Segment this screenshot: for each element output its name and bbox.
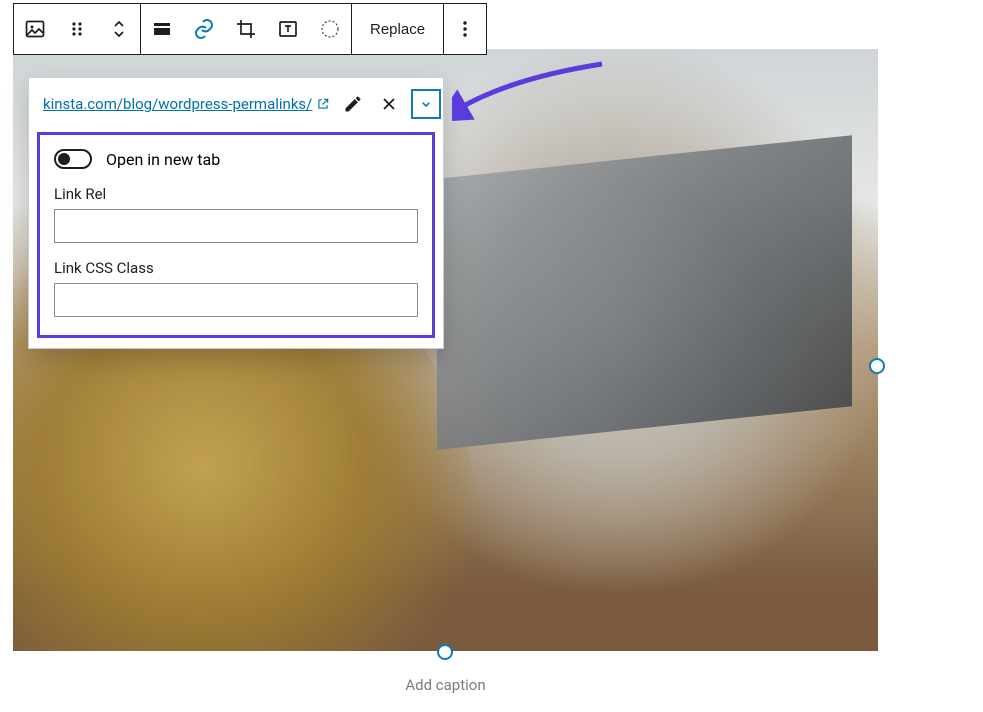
link-icon[interactable] [183,4,225,54]
link-css-class-input[interactable] [54,283,418,317]
resize-handle-bottom[interactable] [437,644,453,660]
align-icon[interactable] [141,4,183,54]
external-link-icon [316,97,330,111]
remove-link-button[interactable] [373,88,405,120]
link-rel-label: Link Rel [54,185,418,203]
drag-handle-icon[interactable] [56,4,98,54]
caption-input[interactable]: Add caption [13,676,878,694]
link-settings-toggle[interactable] [411,89,441,119]
open-new-tab-label: Open in new tab [106,150,220,169]
link-url-row: kinsta.com/blog/wordpress-permalinks/ [29,78,443,130]
pencil-icon [343,94,363,114]
crop-icon[interactable] [225,4,267,54]
image-content-laptop [437,136,852,451]
link-settings-popover: kinsta.com/blog/wordpress-permalinks/ Op… [28,77,444,349]
chevron-down-icon [418,96,434,112]
link-url-text: kinsta.com/blog/wordpress-permalinks/ [43,95,312,113]
link-rel-input[interactable] [54,209,418,243]
open-new-tab-toggle[interactable] [54,149,92,169]
duotone-icon[interactable] [309,4,351,54]
link-url-display[interactable]: kinsta.com/blog/wordpress-permalinks/ [43,95,333,113]
text-overlay-icon[interactable] [267,4,309,54]
link-css-class-label: Link CSS Class [54,259,418,277]
block-toolbar: Replace [13,3,487,55]
stray-period: . [0,358,2,383]
close-icon [379,94,399,114]
replace-button[interactable]: Replace [352,4,443,54]
resize-handle-right[interactable] [869,358,885,374]
link-advanced-panel: Open in new tab Link Rel Link CSS Class [37,132,435,338]
block-type-image-icon[interactable] [14,4,56,54]
edit-link-button[interactable] [337,88,369,120]
more-options-icon[interactable] [444,4,486,54]
move-updown-icon[interactable] [98,4,140,54]
